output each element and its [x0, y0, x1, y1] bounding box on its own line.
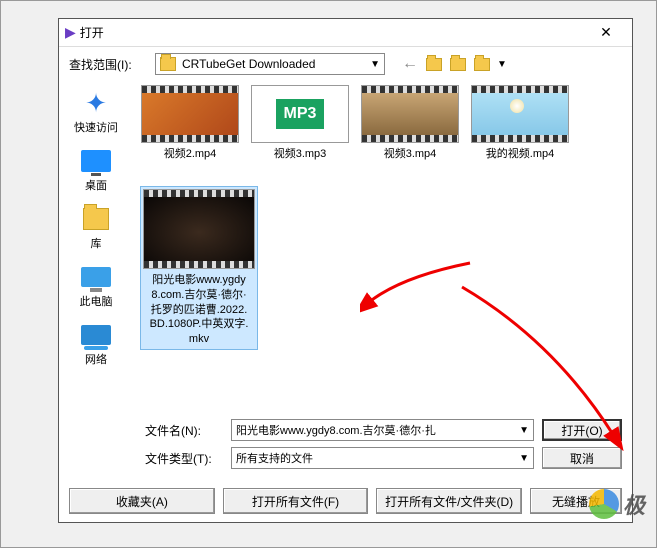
- file-item[interactable]: 我的视频.mp4: [468, 83, 572, 164]
- file-name: 视频3.mp3: [274, 147, 327, 162]
- open-dialog: ▶ 打开 ✕ 查找范围(I): CRTubeGet Downloaded ▼ ←…: [58, 18, 633, 523]
- look-in-label: 查找范围(I):: [69, 56, 149, 73]
- open-all-files-button[interactable]: 打开所有文件(F): [223, 488, 369, 514]
- computer-icon: [81, 267, 111, 287]
- video-thumbnail: [143, 189, 255, 269]
- file-item[interactable]: 视频2.mp4: [138, 83, 242, 164]
- app-icon: ▶: [65, 24, 76, 41]
- filename-label: 文件名(N):: [145, 422, 223, 439]
- view-menu-icon[interactable]: [473, 55, 491, 73]
- new-folder-icon[interactable]: [449, 55, 467, 73]
- file-item[interactable]: MP3 视频3.mp3: [248, 83, 352, 164]
- star-icon: ✦: [80, 89, 112, 117]
- file-list[interactable]: 视频2.mp4 MP3 视频3.mp3 视频3.mp4 我的视频.mp4 阳光电…: [133, 81, 632, 411]
- sidebar-item-library[interactable]: 库: [64, 201, 128, 255]
- footer-buttons: 收藏夹(A) 打开所有文件(F) 打开所有文件/文件夹(D) 无缝播放: [69, 488, 622, 514]
- filetype-value: 所有支持的文件: [236, 450, 313, 466]
- chevron-down-icon: ▼: [519, 425, 529, 436]
- close-button[interactable]: ✕: [586, 24, 626, 41]
- open-all-folders-button[interactable]: 打开所有文件/文件夹(D): [376, 488, 522, 514]
- video-thumbnail: [141, 85, 239, 143]
- sidebar-item-label: 此电脑: [80, 293, 113, 309]
- dialog-title: 打开: [76, 24, 586, 41]
- sidebar-item-label: 快速访问: [74, 119, 118, 135]
- bottom-inputs: 文件名(N): 阳光电影www.ygdy8.com.吉尔莫·德尔·扎 ▼ 打开(…: [59, 411, 632, 479]
- audio-thumbnail: MP3: [251, 85, 349, 143]
- sidebar-item-quickaccess[interactable]: ✦ 快速访问: [64, 85, 128, 139]
- chevron-down-icon[interactable]: ▼: [497, 59, 505, 70]
- filename-input[interactable]: 阳光电影www.ygdy8.com.吉尔莫·德尔·扎 ▼: [231, 419, 534, 441]
- look-in-value: CRTubeGet Downloaded: [182, 57, 315, 71]
- video-thumbnail: [361, 85, 459, 143]
- seamless-play-button[interactable]: 无缝播放: [530, 488, 622, 514]
- filename-value: 阳光电影www.ygdy8.com.吉尔莫·德尔·扎: [236, 422, 436, 438]
- file-name: 视频2.mp4: [164, 147, 217, 162]
- sidebar-item-thispc[interactable]: 此电脑: [64, 259, 128, 313]
- cancel-button[interactable]: 取消: [542, 447, 622, 469]
- nav-icons: ← ▼: [391, 55, 505, 73]
- mp3-badge: MP3: [276, 99, 325, 129]
- file-name: 视频3.mp4: [384, 147, 437, 162]
- favorites-button[interactable]: 收藏夹(A): [69, 488, 215, 514]
- file-item[interactable]: 视频3.mp4: [358, 83, 462, 164]
- chevron-down-icon: ▼: [370, 59, 380, 70]
- filetype-combo[interactable]: 所有支持的文件 ▼: [231, 447, 534, 469]
- folder-icon: [83, 208, 109, 230]
- sidebar: ✦ 快速访问 桌面 库 此电脑 网络: [59, 81, 133, 411]
- chevron-down-icon: ▼: [519, 453, 529, 464]
- look-in-row: 查找范围(I): CRTubeGet Downloaded ▼ ← ▼: [59, 47, 632, 81]
- sidebar-item-label: 库: [91, 235, 102, 251]
- desktop-icon: [81, 150, 111, 172]
- file-name: 我的视频.mp4: [486, 147, 554, 162]
- back-icon[interactable]: ←: [401, 55, 419, 73]
- sidebar-item-network[interactable]: 网络: [64, 317, 128, 371]
- filetype-label: 文件类型(T):: [145, 450, 223, 467]
- file-item-selected[interactable]: 阳光电影www.ygdy8.com.吉尔莫·德尔·托罗的匹诺曹.2022.BD.…: [140, 186, 258, 350]
- annotation-arrow: [360, 257, 480, 317]
- sidebar-item-label: 网络: [85, 351, 107, 367]
- sidebar-item-desktop[interactable]: 桌面: [64, 143, 128, 197]
- network-icon: [81, 325, 111, 345]
- video-thumbnail: [471, 85, 569, 143]
- title-bar: ▶ 打开 ✕: [59, 19, 632, 47]
- folder-icon: [160, 57, 176, 71]
- sidebar-item-label: 桌面: [85, 177, 107, 193]
- open-button[interactable]: 打开(O): [542, 419, 622, 441]
- up-folder-icon[interactable]: [425, 55, 443, 73]
- look-in-combo[interactable]: CRTubeGet Downloaded ▼: [155, 53, 385, 75]
- file-name: 阳光电影www.ygdy8.com.吉尔莫·德尔·托罗的匹诺曹.2022.BD.…: [149, 273, 249, 347]
